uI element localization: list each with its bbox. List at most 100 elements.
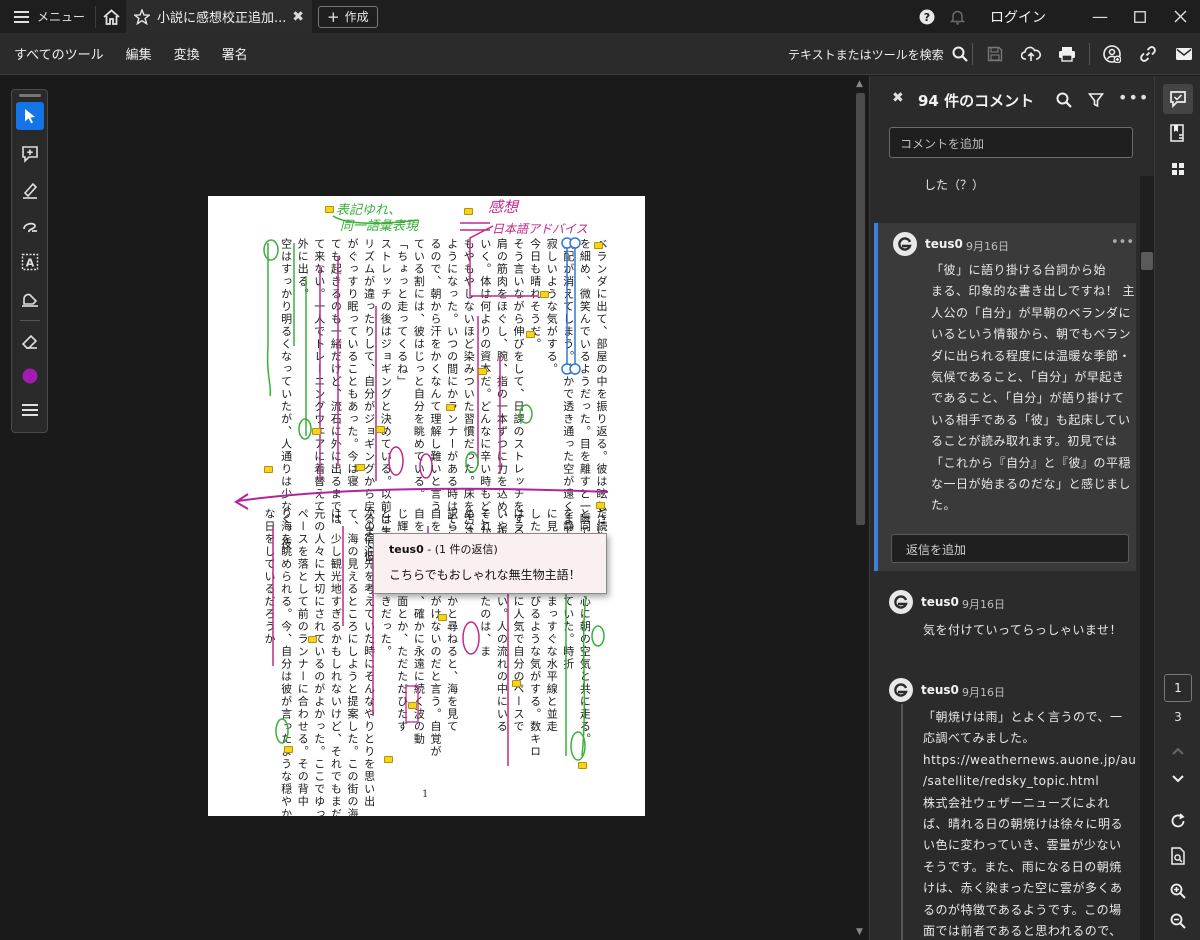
menu-edit[interactable]: 編集 [126,44,152,63]
sticky-note[interactable] [578,762,587,769]
sticky-note[interactable] [594,242,603,249]
sticky-note[interactable] [384,756,393,763]
sticky-note[interactable] [438,614,447,621]
more-tools-button[interactable] [16,396,44,424]
close-window-button[interactable] [1160,0,1200,33]
svg-text:?: ? [924,11,930,24]
close-tab-icon[interactable]: ✖ [292,9,304,25]
sticky-note[interactable] [526,331,535,338]
next-page-button[interactable] [1163,764,1193,794]
rotate-icon [1171,813,1185,828]
share-user-button[interactable] [1094,33,1130,75]
comment-link[interactable]: https://weathernews.auone.jp/au [923,750,1136,771]
divider [1089,43,1090,65]
save-button[interactable] [977,33,1013,75]
comment-link[interactable]: /satellite/redsky_topic.html [923,771,1136,792]
add-comment-tool[interactable] [16,140,44,168]
thumbnails-rail-button[interactable] [1163,154,1193,184]
sticky-note[interactable] [464,208,473,215]
comments-scrollbar[interactable] [1140,176,1154,940]
close-panel-icon[interactable]: ✖ [892,90,904,106]
scrollbar-thumb[interactable] [856,93,865,525]
scrollbar-thumb[interactable] [1141,252,1153,270]
email-button[interactable] [1166,33,1200,75]
minimize-button[interactable]: — [1080,0,1120,33]
new-tab-button[interactable]: + 作成 [318,5,378,28]
zoom-in-icon [1170,883,1186,899]
handwritten-note-pink-2: 日本語アドバイス [492,222,588,236]
sticky-note[interactable] [356,464,365,471]
add-person-icon [1103,45,1121,63]
copy-link-button[interactable] [1130,33,1166,75]
sticky-note[interactable] [284,746,293,753]
comment-line: けは、赤く染まった空に雲が多くあ [923,881,1123,896]
text-select-tool[interactable]: A [16,248,44,276]
menu-all-tools[interactable]: すべてのツール [14,44,104,63]
comment-date: 9月16日 [966,240,1009,253]
reply-input[interactable]: 返信を追加 [891,534,1129,563]
more-options-icon[interactable]: ••• [1118,88,1149,107]
bell-icon [949,10,965,25]
filter-icon[interactable] [1088,92,1104,108]
sticky-note[interactable] [512,680,521,687]
tool-search[interactable]: テキストまたはツールを検索 [788,33,968,75]
help-button[interactable]: ? [912,9,942,25]
menu-convert[interactable]: 変換 [174,44,200,63]
stamp-icon [22,293,38,307]
comment-card-selected[interactable]: teus0 9月16日 ••• 「彼」に語り掛ける台詞から始 まる、印象的な書き… [874,223,1136,571]
pdf-page[interactable]: ベランダに出て、部屋の中を振り返る。彼は眩しさに目 を細め、微笑んでいるようだった… [208,196,645,833]
stamp-tool[interactable] [16,284,44,312]
sticky-note[interactable] [312,428,321,435]
previous-page-button[interactable] [1163,736,1193,766]
user-logo-icon [898,237,912,251]
comment-line: な一日が始まるのだな」と感じまし [931,477,1132,492]
sticky-note[interactable] [540,291,549,298]
color-picker[interactable] [16,362,44,390]
star-icon[interactable] [134,8,151,25]
cloud-upload-button[interactable] [1013,33,1049,75]
draw-tool[interactable] [16,212,44,240]
login-link[interactable]: ログイン [990,7,1046,27]
current-page-input[interactable]: 1 [1164,674,1192,702]
title-bar-right: ? ログイン — [912,0,1200,33]
search-icon [952,46,968,62]
comment-line: ば、晴れる日の朝焼けは徐々に明る [923,817,1124,832]
add-comment-input[interactable]: コメントを追加 [889,127,1133,158]
sticky-note[interactable] [446,404,455,411]
home-button[interactable] [96,0,126,33]
notifications-button[interactable] [942,9,972,25]
select-tool[interactable] [16,102,44,130]
zoom-in-button[interactable] [1163,876,1193,906]
menu-button[interactable]: メニュー [0,0,95,33]
rotate-button[interactable] [1163,806,1193,836]
document-tab[interactable]: 小説に感想校正追加... ✖ [126,0,313,33]
comments-rail-button[interactable] [1163,84,1193,114]
print-button[interactable] [1049,33,1085,75]
comment-options-icon[interactable]: ••• [1111,235,1134,250]
drag-handle[interactable] [19,94,41,97]
comment-line: そうです。また、雨になる日の朝焼 [923,859,1122,874]
menu-lines-icon [22,404,38,416]
sticky-note[interactable] [308,636,317,643]
zoom-out-button[interactable] [1163,906,1193,936]
bookmarks-rail-button[interactable] [1163,118,1193,148]
comment-text: 気を付けていってらっしゃいませ！ [923,620,1122,641]
sticky-note[interactable] [325,206,334,213]
selection-handles[interactable] [561,237,581,375]
sticky-note[interactable] [376,426,385,433]
comment-line: いるという情報から、朝でもベラン [931,327,1132,342]
highlight-tool[interactable] [16,176,44,204]
sticky-note[interactable] [478,368,487,375]
sticky-note[interactable] [264,466,273,473]
search-icon[interactable] [1056,92,1072,108]
chevron-up-icon [1172,747,1184,755]
fit-page-button[interactable] [1163,841,1193,871]
menu-sign[interactable]: 署名 [222,44,248,63]
sticky-note[interactable] [408,702,417,709]
scroll-up-icon[interactable]: ▲ [856,79,863,89]
scroll-down-icon[interactable]: ▼ [856,927,863,937]
document-scrollbar[interactable]: ▲ ▼ [853,76,868,940]
eraser-tool[interactable] [16,328,44,356]
sticky-note[interactable] [596,502,605,509]
maximize-button[interactable] [1120,0,1160,33]
